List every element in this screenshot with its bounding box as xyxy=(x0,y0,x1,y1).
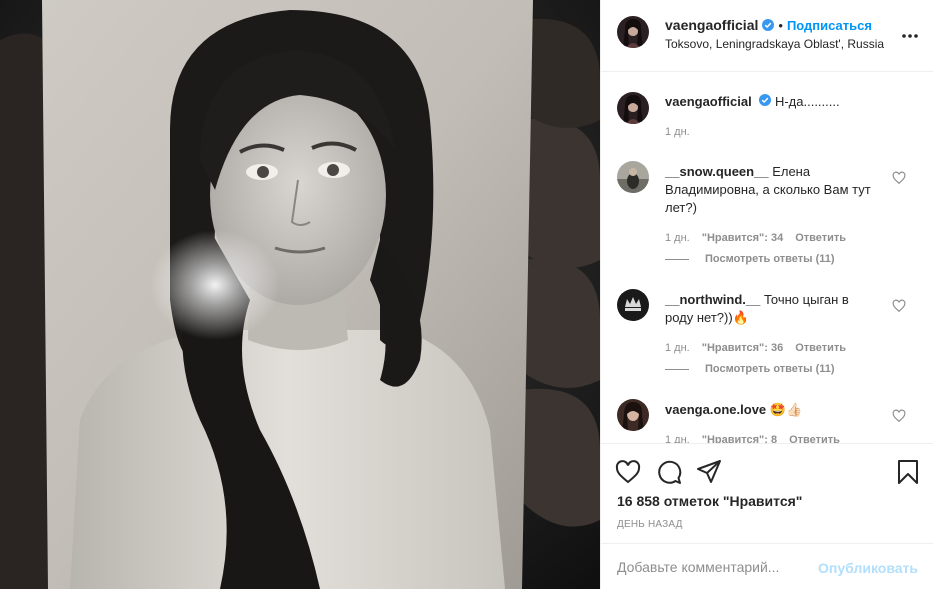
comment-item: __northwind.__ Точно цыган в роду нет?))… xyxy=(665,291,875,327)
comment-text: 🤩👍🏻 xyxy=(769,402,803,417)
reply-button[interactable]: Ответить xyxy=(795,342,846,354)
comment-likes[interactable]: "Нравится": 36 xyxy=(702,342,783,354)
caption-avatar[interactable] xyxy=(617,92,649,124)
likes-count[interactable]: 16 858 отметок "Нравится" xyxy=(617,493,802,509)
post-time[interactable]: день назад xyxy=(617,519,683,530)
commenter-avatar[interactable] xyxy=(617,399,649,431)
view-replies-label: Посмотреть ответы (11) xyxy=(705,363,835,375)
caption-time[interactable]: 1 дн. xyxy=(665,126,690,138)
like-comment-icon[interactable] xyxy=(892,171,906,185)
commenter-avatar[interactable] xyxy=(617,289,649,321)
verified-badge-icon xyxy=(759,94,772,106)
comment-time[interactable]: 1 дн. xyxy=(665,232,690,244)
view-replies-button[interactable]: Посмотреть ответы (11) xyxy=(665,363,835,375)
author-username[interactable]: vaengaofficial xyxy=(665,17,758,33)
replies-divider xyxy=(665,368,689,370)
follow-button[interactable]: Подписаться xyxy=(787,18,872,33)
caption-username[interactable]: vaengaofficial xyxy=(665,94,752,109)
view-replies-label: Посмотреть ответы (11) xyxy=(705,253,835,265)
bookmark-icon[interactable] xyxy=(895,459,921,485)
header-user-line: vaengaofficial • Подписаться xyxy=(665,17,872,33)
comment-likes[interactable]: "Нравится": 34 xyxy=(702,232,783,244)
reply-button[interactable]: Ответить xyxy=(789,434,840,443)
comments-list[interactable]: vaengaofficial Н-да.......... 1 дн. __sn… xyxy=(601,73,933,443)
comment-username[interactable]: __northwind.__ xyxy=(665,292,760,307)
comment-item: __snow.queen__ Елена Владимировна, а ско… xyxy=(665,163,875,217)
post-sidebar: vaengaofficial • Подписаться Toksovo, Le… xyxy=(600,0,933,589)
like-comment-icon[interactable] xyxy=(892,409,906,423)
comment-time[interactable]: 1 дн. xyxy=(665,342,690,354)
more-options-icon[interactable] xyxy=(900,26,920,46)
view-replies-button[interactable]: Посмотреть ответы (11) xyxy=(665,253,835,265)
caption-text: Н-да.......... xyxy=(774,94,840,109)
comment-icon[interactable] xyxy=(656,459,682,485)
comment-input[interactable] xyxy=(617,557,807,577)
post-location[interactable]: Toksovo, Leningradskaya Oblast', Russia xyxy=(665,37,884,51)
reply-button[interactable]: Ответить xyxy=(795,232,846,244)
caption: vaengaofficial Н-да.......... xyxy=(665,93,875,111)
like-comment-icon[interactable] xyxy=(892,299,906,313)
comment-username[interactable]: vaenga.one.love xyxy=(665,402,766,417)
add-comment-bar: Опубликовать xyxy=(601,543,933,589)
comment-meta: 1 дн. "Нравится": 36 Ответить xyxy=(665,342,846,354)
comment-meta: 1 дн. "Нравится": 34 Ответить xyxy=(665,232,846,244)
caption-meta: 1 дн. xyxy=(665,126,690,138)
post-photo[interactable] xyxy=(0,0,600,589)
action-bar: 16 858 отметок "Нравится" день назад xyxy=(601,443,933,543)
post-header: vaengaofficial • Подписаться Toksovo, Le… xyxy=(601,0,933,72)
comment-likes[interactable]: "Нравится": 8 xyxy=(702,434,777,443)
vintage-portrait-photo xyxy=(0,0,600,589)
heart-icon[interactable] xyxy=(615,459,641,485)
comment-item: vaenga.one.love 🤩👍🏻 xyxy=(665,401,875,419)
comment-time[interactable]: 1 дн. xyxy=(665,434,690,443)
separator-dot: • xyxy=(778,17,783,33)
comment-meta: 1 дн. "Нравится": 8 Ответить xyxy=(665,434,840,443)
verified-badge-icon xyxy=(762,19,775,31)
post-modal: vaengaofficial • Подписаться Toksovo, Le… xyxy=(0,0,933,589)
share-icon[interactable] xyxy=(696,459,722,485)
publish-button[interactable]: Опубликовать xyxy=(818,560,918,576)
author-avatar[interactable] xyxy=(617,16,649,48)
replies-divider xyxy=(665,258,689,260)
comment-username[interactable]: __snow.queen__ xyxy=(665,164,769,179)
commenter-avatar[interactable] xyxy=(617,161,649,193)
